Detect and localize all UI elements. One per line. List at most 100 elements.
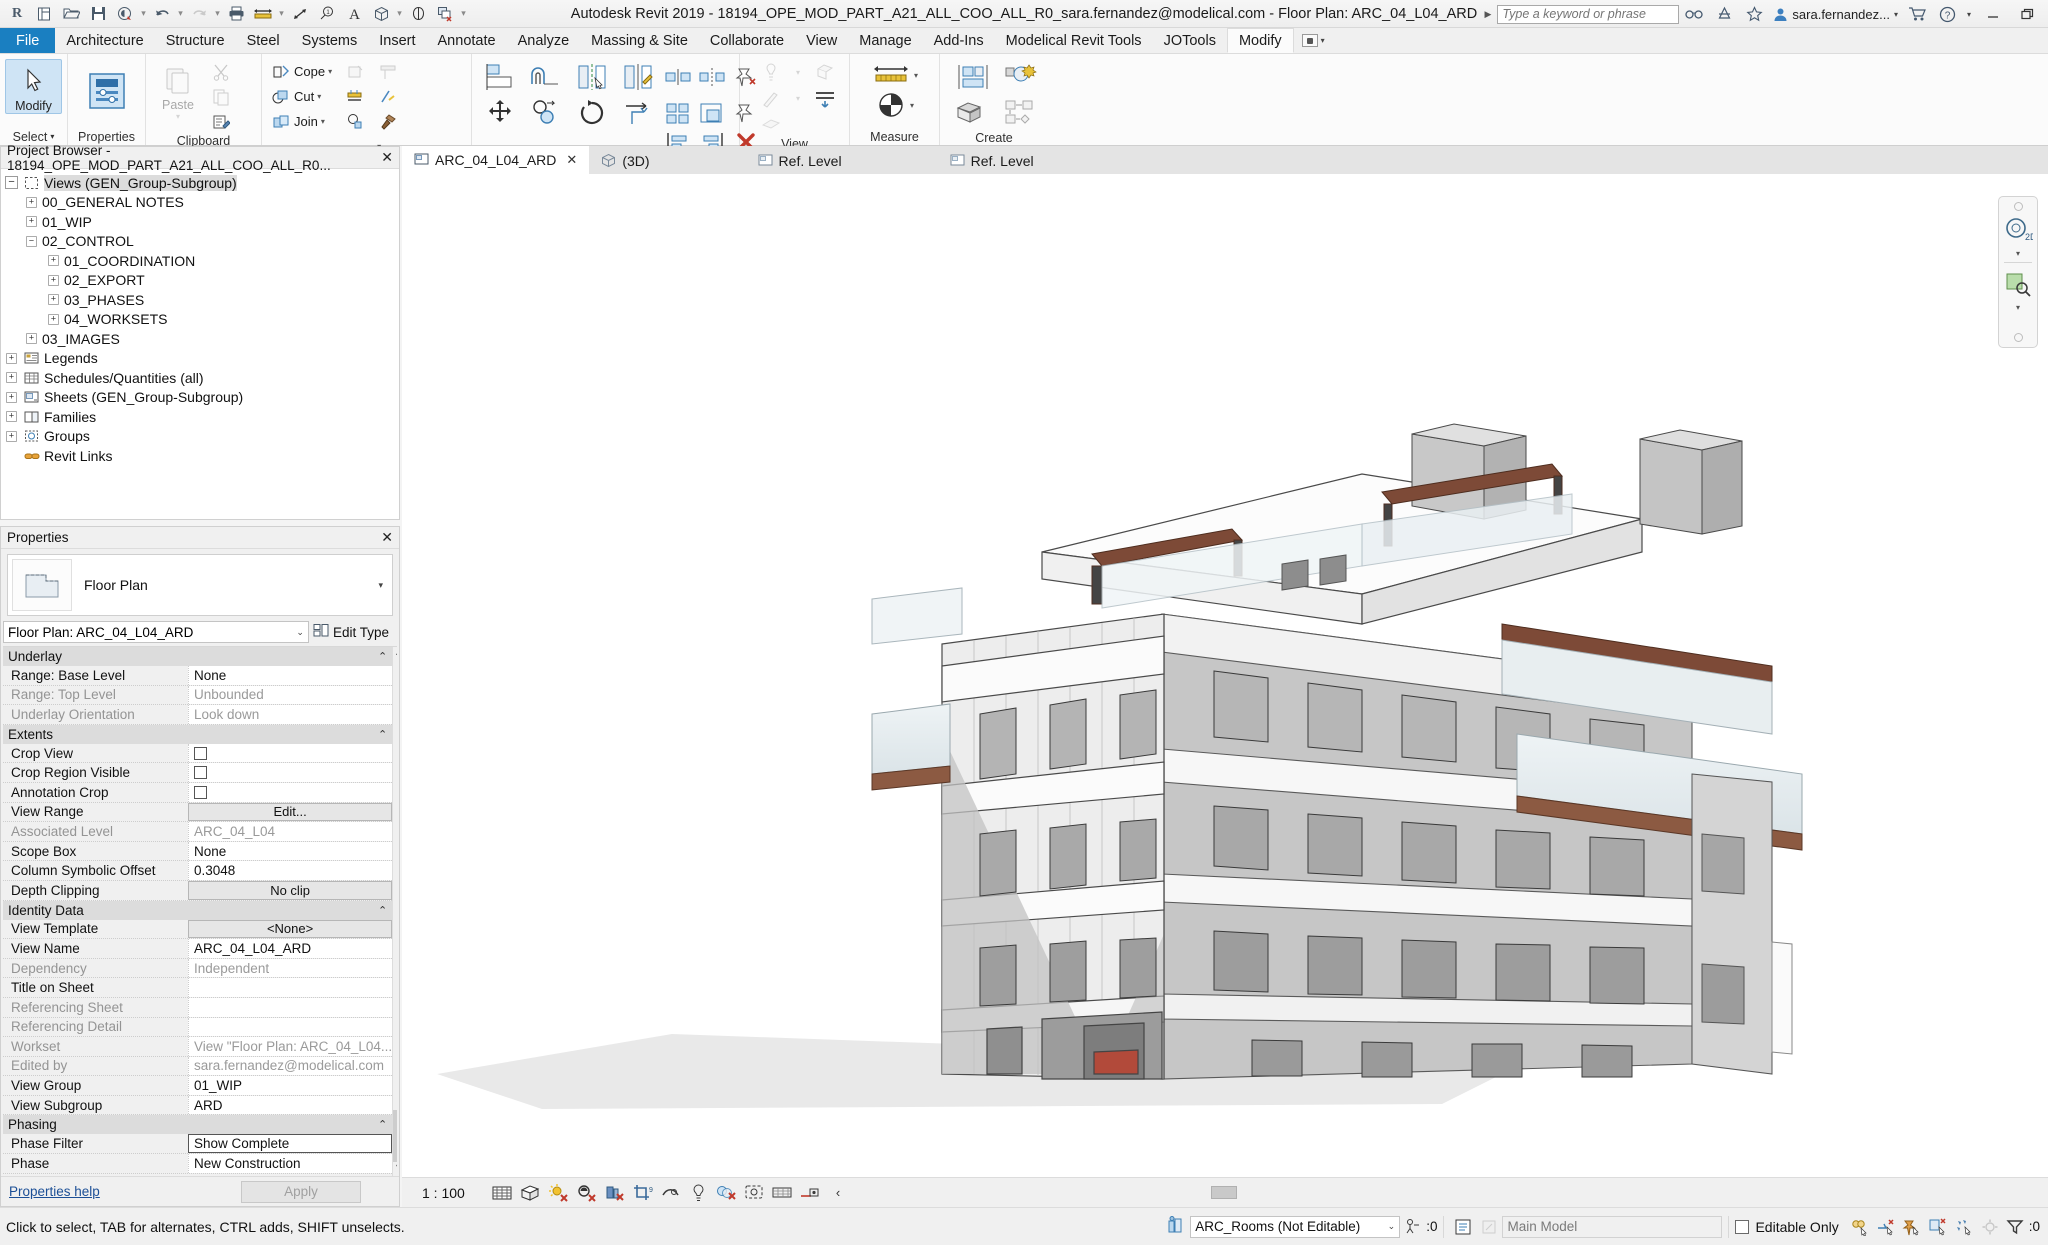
property-group-underlay[interactable]: Underlay ⌃ bbox=[3, 647, 393, 666]
search-input[interactable] bbox=[1497, 4, 1680, 24]
edit-type-button[interactable]: Edit Type bbox=[313, 623, 393, 641]
restore-button[interactable] bbox=[2010, 1, 2044, 27]
property-group-phasing[interactable]: Phasing ⌃ bbox=[3, 1115, 393, 1135]
view-control-slider[interactable] bbox=[1211, 1186, 1237, 1199]
ribbon-tab-annotate[interactable]: Annotate bbox=[427, 28, 507, 53]
create-similar-button[interactable] bbox=[949, 59, 997, 95]
exclude-options-icon[interactable] bbox=[1476, 1215, 1502, 1239]
cut-button[interactable] bbox=[207, 59, 234, 84]
ribbon-tab-modify[interactable]: Modify bbox=[1226, 28, 1294, 53]
design-options-combo[interactable]: Main Model bbox=[1502, 1215, 1723, 1238]
property-value[interactable] bbox=[188, 743, 393, 763]
property-group-identity-data[interactable]: Identity Data ⌃ bbox=[3, 900, 393, 920]
help-icon[interactable]: ? bbox=[1932, 1, 1962, 27]
3d-view-dropdown-icon[interactable]: ▾ bbox=[395, 8, 404, 19]
scroll-up-icon[interactable]: ▲ bbox=[394, 647, 397, 661]
temporary-hide-isolate-icon[interactable] bbox=[715, 1182, 737, 1204]
expand-toggle-icon[interactable]: + bbox=[48, 274, 59, 286]
split-face-button[interactable] bbox=[341, 84, 368, 109]
autodesk-app-store-icon[interactable] bbox=[1709, 1, 1739, 27]
area-dropdown-icon[interactable]: ▾ bbox=[910, 101, 914, 110]
cut-geometry-button[interactable]: Cut ▾ bbox=[267, 84, 335, 109]
ribbon-tab-jotools[interactable]: JOTools bbox=[1153, 28, 1227, 53]
ribbon-tab-analyze[interactable]: Analyze bbox=[507, 28, 581, 53]
select-underlay-elements-icon[interactable] bbox=[1873, 1215, 1899, 1239]
render-dialog-icon[interactable] bbox=[603, 1182, 625, 1204]
view-range-edit-button[interactable]: Edit... bbox=[188, 802, 393, 822]
property-row[interactable]: View Template <None> bbox=[3, 919, 393, 940]
instance-selector-combo[interactable]: Floor Plan: ARC_04_L04_ARD ⌄ bbox=[3, 621, 309, 643]
close-icon[interactable]: ✕ bbox=[566, 152, 577, 168]
view-control-bar[interactable]: 1 : 100 9 ‹ bbox=[402, 1177, 2048, 1207]
property-value[interactable] bbox=[188, 763, 393, 782]
view-tab-arc-04-l04-ard[interactable]: ARC_04_L04_ARD ✕ bbox=[402, 146, 590, 174]
save-as-icon[interactable] bbox=[112, 2, 138, 26]
tree-item-groups[interactable]: + Groups bbox=[5, 427, 399, 447]
property-value[interactable]: 01_WIP bbox=[188, 1076, 393, 1095]
ribbon-tab-insert[interactable]: Insert bbox=[368, 28, 426, 53]
property-row[interactable]: View Range Edit... bbox=[3, 802, 393, 823]
property-row[interactable]: Phase New Construction bbox=[3, 1154, 393, 1174]
design-option-icon[interactable] bbox=[1400, 1215, 1426, 1239]
property-value[interactable]: New Construction bbox=[188, 1154, 393, 1173]
property-row[interactable]: Phase Filter Show Complete bbox=[3, 1134, 393, 1155]
navigation-bar[interactable]: 2D ▾ ▾ bbox=[1998, 196, 2038, 348]
property-value[interactable]: ARD bbox=[188, 1095, 393, 1115]
collapse-toggle-icon[interactable]: − bbox=[5, 176, 18, 190]
view-tab-strip[interactable]: ARC_04_L04_ARD ✕ (3D) Ref. Level Ref. Le… bbox=[402, 146, 2048, 174]
expand-left-icon[interactable]: ▶ bbox=[1485, 9, 1492, 20]
ribbon-tab-view[interactable]: View bbox=[795, 28, 848, 53]
drawing-canvas[interactable]: 2D ▾ ▾ bbox=[402, 174, 2048, 1177]
main-model-list-icon[interactable] bbox=[1450, 1215, 1476, 1239]
reveal-hidden-elements-icon[interactable] bbox=[743, 1182, 765, 1204]
property-group-extents[interactable]: Extents ⌃ bbox=[3, 724, 393, 744]
tree-item-01-wip[interactable]: + 01_WIP bbox=[5, 212, 399, 232]
chevron-down-icon[interactable]: ▾ bbox=[50, 132, 54, 141]
chevron-down-icon[interactable]: ▾ bbox=[176, 112, 180, 121]
property-row[interactable]: Crop Region Visible bbox=[3, 763, 393, 783]
match-type-properties-button[interactable] bbox=[207, 109, 234, 134]
close-hidden-windows-icon[interactable] bbox=[432, 2, 458, 26]
array-button[interactable] bbox=[661, 95, 695, 131]
type-selector[interactable]: Floor Plan ▾ bbox=[7, 554, 393, 616]
expand-toggle-icon[interactable]: + bbox=[6, 372, 17, 384]
redo-icon[interactable] bbox=[186, 2, 212, 26]
chevron-down-icon[interactable]: ⌄ bbox=[296, 627, 304, 638]
property-row[interactable]: Range: Base Level None bbox=[3, 666, 393, 686]
move-button[interactable] bbox=[477, 95, 523, 131]
cope-button[interactable]: Cope ▾ bbox=[267, 59, 335, 84]
property-row[interactable]: Crop View bbox=[3, 743, 393, 764]
text-icon[interactable]: A bbox=[341, 2, 367, 26]
print-icon[interactable] bbox=[223, 2, 249, 26]
ribbon-tab-file[interactable]: File bbox=[0, 28, 56, 53]
scrollbar-thumb[interactable] bbox=[393, 1110, 397, 1162]
annotation-crop-checkbox[interactable] bbox=[194, 785, 207, 799]
customize-quick-access-icon[interactable]: ▾ bbox=[459, 8, 468, 19]
properties-palette-icon[interactable] bbox=[84, 68, 130, 114]
shopping-cart-icon[interactable] bbox=[1902, 1, 1932, 27]
hide-analytical-model-icon[interactable] bbox=[799, 1182, 821, 1204]
crop-view-icon[interactable]: 9 bbox=[631, 1182, 653, 1204]
create-part-button[interactable] bbox=[949, 95, 997, 131]
ribbon-tab-steel[interactable]: Steel bbox=[236, 28, 291, 53]
zoom-dropdown-icon[interactable]: ▾ bbox=[2016, 303, 2020, 312]
scroll-down-icon[interactable]: ▼ bbox=[394, 1162, 397, 1176]
default-3d-view-icon[interactable] bbox=[368, 2, 394, 26]
mirror-pick-axis-button[interactable] bbox=[569, 59, 615, 95]
reveal-dropdown-icon[interactable]: ▾ bbox=[791, 59, 805, 85]
temporary-view-properties-icon[interactable] bbox=[771, 1182, 793, 1204]
property-row[interactable]: View Name ARC_04_L04_ARD bbox=[3, 939, 393, 959]
area-and-volume-icon[interactable] bbox=[875, 91, 907, 119]
ribbon-tab-structure[interactable]: Structure bbox=[155, 28, 236, 53]
expand-toggle-icon[interactable]: + bbox=[26, 196, 37, 208]
select-elements-by-face-icon[interactable] bbox=[1925, 1215, 1951, 1239]
mirror-draw-axis-button[interactable] bbox=[615, 59, 661, 95]
view-tab-ref-level-2[interactable]: Ref. Level bbox=[938, 148, 1046, 174]
collapse-toggle-icon[interactable]: − bbox=[26, 235, 37, 247]
select-pinned-elements-icon[interactable] bbox=[1899, 1215, 1925, 1239]
property-row[interactable]: Scope Box None bbox=[3, 841, 393, 862]
wall-joins-button[interactable] bbox=[374, 59, 401, 84]
editable-only-checkbox[interactable] bbox=[1735, 1219, 1750, 1234]
paint-button[interactable] bbox=[341, 109, 368, 134]
offset-button[interactable] bbox=[523, 59, 569, 95]
